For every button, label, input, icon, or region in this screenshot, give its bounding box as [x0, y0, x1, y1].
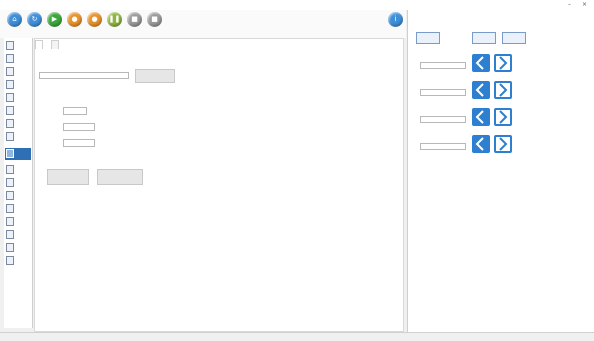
module-icon	[6, 204, 14, 213]
sidebar-item[interactable]	[5, 92, 31, 104]
sidebar-item[interactable]	[5, 164, 31, 176]
axis-control-row	[418, 54, 528, 80]
toolbar-button[interactable]	[416, 32, 440, 44]
axis-position-field[interactable]	[420, 89, 466, 96]
refresh-icon[interactable]: ↻	[27, 12, 42, 27]
module-icon	[6, 80, 14, 89]
module-icon	[6, 93, 14, 102]
sidebar-item[interactable]	[5, 118, 31, 130]
control-panel	[407, 10, 594, 332]
arrow-right-icon[interactable]	[494, 135, 512, 153]
axis-position-field[interactable]	[420, 116, 466, 123]
sidebar-item[interactable]	[5, 190, 31, 202]
module-icon	[6, 230, 14, 239]
module-icon	[6, 256, 14, 265]
module-icon	[6, 165, 14, 174]
param-field[interactable]	[63, 107, 87, 115]
app-window: – × ⌂ ↻ ▶ ● ● ❚❚ ■ ■ i	[0, 0, 594, 341]
module-icon	[6, 243, 14, 252]
sidebar-item[interactable]	[5, 242, 31, 254]
arrow-left-icon[interactable]	[472, 54, 490, 72]
arrow-left-icon[interactable]	[472, 108, 490, 126]
sidebar-item[interactable]	[5, 177, 31, 189]
sidebar-item[interactable]	[5, 131, 31, 143]
minimize-icon[interactable]: –	[568, 0, 571, 10]
module-icon	[6, 41, 14, 50]
module-icon	[6, 106, 14, 115]
toolbar: ⌂ ↻ ▶ ● ● ❚❚ ■ ■ i	[0, 10, 406, 38]
browse-button[interactable]	[135, 69, 175, 83]
sidebar-item[interactable]	[5, 40, 31, 52]
module-icon	[6, 119, 14, 128]
sidebar	[4, 38, 33, 328]
sidebar-item[interactable]	[5, 216, 31, 228]
stop-icon[interactable]: ■	[147, 12, 162, 27]
axis-position-field[interactable]	[420, 62, 466, 69]
sidebar-item[interactable]	[5, 255, 31, 267]
module-icon	[6, 132, 14, 141]
module-icon	[6, 67, 14, 76]
toolbar-button[interactable]	[502, 32, 526, 44]
settings-panel	[34, 38, 404, 332]
path-field[interactable]	[39, 72, 129, 79]
confirm-button[interactable]	[47, 169, 89, 185]
axis-control-row	[418, 108, 528, 134]
module-icon	[6, 191, 14, 200]
arrow-left-icon[interactable]	[472, 81, 490, 99]
module-icon	[6, 178, 14, 187]
record-icon[interactable]: ●	[67, 12, 82, 27]
close-icon[interactable]: ×	[582, 0, 587, 10]
sidebar-item[interactable]	[5, 105, 31, 117]
arrow-right-icon[interactable]	[494, 54, 512, 72]
title-bar: – ×	[0, 0, 594, 10]
sidebar-item[interactable]	[5, 53, 31, 65]
module-icon	[6, 54, 14, 63]
record-icon[interactable]: ●	[87, 12, 102, 27]
module-icon	[6, 217, 14, 226]
axis-control-row	[418, 81, 528, 107]
home-icon[interactable]: ⌂	[7, 12, 22, 27]
sidebar-item[interactable]	[5, 203, 31, 215]
sidebar-item[interactable]	[5, 79, 31, 91]
tab-advanced[interactable]	[51, 40, 59, 49]
sidebar-item-active[interactable]	[5, 148, 31, 160]
param-field[interactable]	[63, 139, 95, 147]
module-icon	[6, 149, 14, 158]
info-icon[interactable]: i	[388, 12, 403, 27]
arrow-left-icon[interactable]	[472, 135, 490, 153]
cancel-button[interactable]	[97, 169, 143, 185]
axis-control-row	[418, 135, 528, 161]
sidebar-item[interactable]	[5, 229, 31, 241]
tab-general[interactable]	[35, 40, 43, 49]
axis-position-field[interactable]	[420, 143, 466, 150]
param-field[interactable]	[63, 123, 95, 131]
sidebar-item[interactable]	[5, 66, 31, 78]
arrow-right-icon[interactable]	[494, 81, 512, 99]
play-icon[interactable]: ▶	[47, 12, 62, 27]
pause-icon[interactable]: ❚❚	[107, 12, 122, 27]
stop-icon[interactable]: ■	[127, 12, 142, 27]
arrow-right-icon[interactable]	[494, 108, 512, 126]
toolbar-button[interactable]	[472, 32, 496, 44]
